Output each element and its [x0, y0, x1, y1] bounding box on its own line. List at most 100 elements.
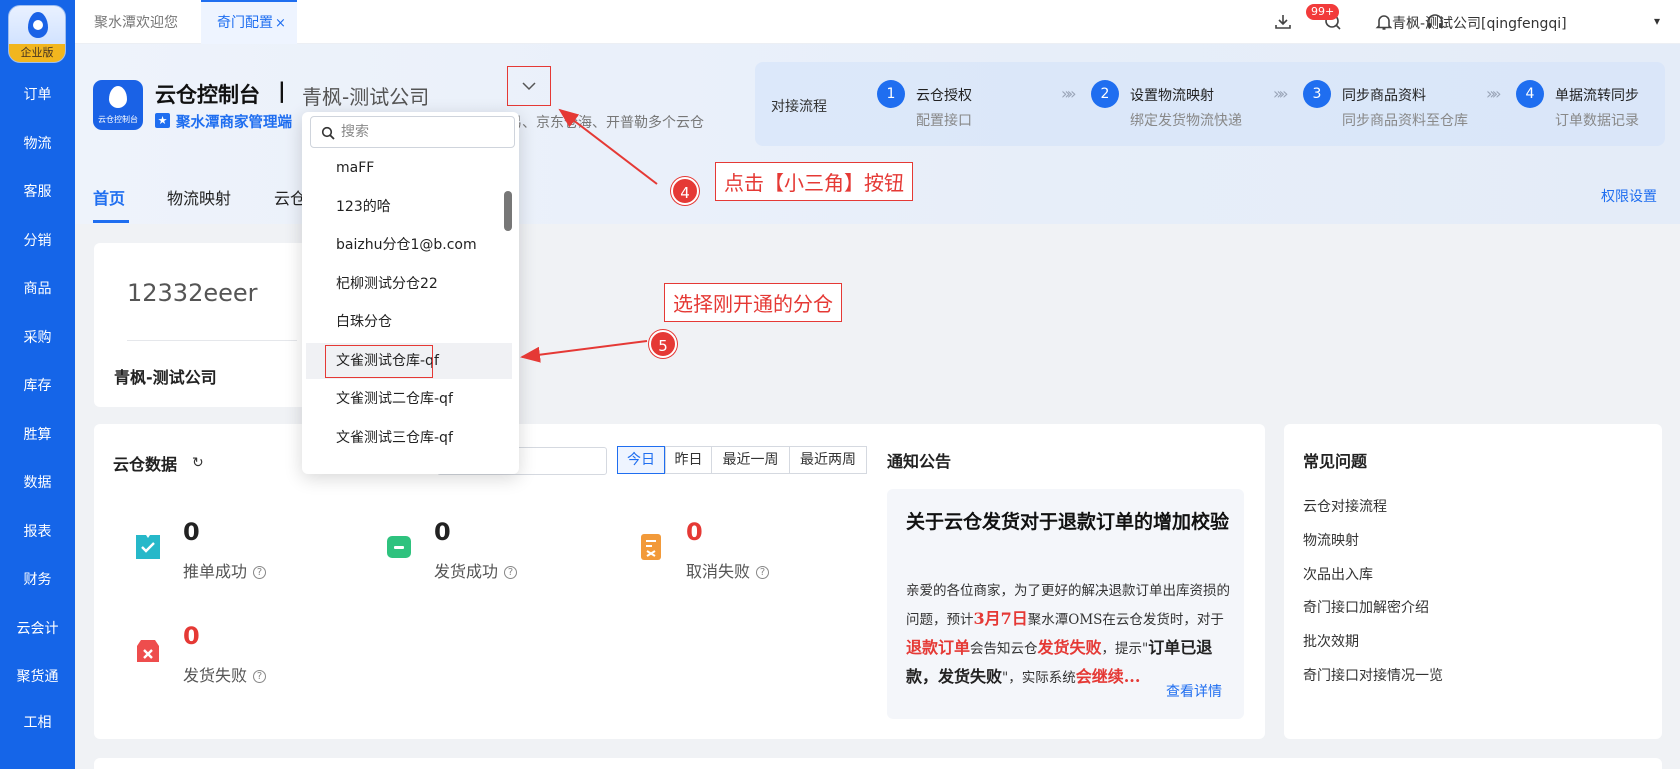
chevron-down-icon[interactable]: ▾ — [1654, 14, 1660, 28]
dropdown-option[interactable]: 白珠分仓 — [306, 304, 512, 340]
ship-success-label: 发货成功? — [434, 558, 518, 582]
sidebar-item-data[interactable]: 数据 — [0, 472, 75, 492]
warehouse-description: 易、京东仓海、开普勒多个云仓 — [508, 115, 704, 131]
double-chevron-icon: »» — [1061, 84, 1076, 103]
dropdown-option[interactable]: 文雀测试三仓库-qf — [306, 420, 512, 456]
sidebar-item-finance[interactable]: 财务 — [0, 569, 75, 589]
step-title[interactable]: 设置物流映射 — [1130, 85, 1214, 105]
annotation-text-5: 选择刚开通的分仓 — [664, 283, 842, 322]
bell-icon[interactable] — [1374, 12, 1394, 32]
sidebar-item-orders[interactable]: 订单 — [0, 84, 75, 104]
flow-label: 对接流程 — [771, 99, 827, 115]
step-number: 4 — [1516, 80, 1544, 108]
dropdown-option[interactable]: baizhu分仓1@b.com — [306, 227, 512, 263]
search-icon — [321, 126, 335, 140]
notice-highlight: 退款订单 — [906, 638, 971, 657]
range-last-two-weeks[interactable]: 最近两周 — [789, 446, 867, 474]
tab-home[interactable]: 首页 — [93, 185, 125, 209]
sidebar-item-shengsuan[interactable]: 胜算 — [0, 424, 75, 444]
cancel-failed-value: 0 — [686, 518, 703, 546]
range-today[interactable]: 今日 — [617, 446, 665, 474]
company-selector[interactable]: 青枫-测试公司 — [302, 81, 429, 110]
cloud-console-icon: 云仓控制台 — [93, 80, 143, 130]
refresh-icon[interactable]: ↻ — [192, 455, 204, 471]
faq-link[interactable]: 奇门接口对接情况一览 — [1303, 665, 1443, 685]
step-title[interactable]: 单据流转同步 — [1555, 85, 1639, 105]
dropdown-scrollbar[interactable] — [504, 191, 512, 231]
help-icon[interactable]: ? — [756, 566, 770, 579]
highlight-box — [325, 345, 433, 378]
stat-label-text: 推单成功 — [183, 562, 248, 581]
view-details-link[interactable]: 查看详情 — [1166, 681, 1222, 701]
cancel-failed-icon — [641, 534, 661, 560]
app-logo[interactable]: 企业版 — [8, 5, 66, 63]
notice-text: 会告知云仓 — [970, 641, 1038, 657]
faq-link[interactable]: 云仓对接流程 — [1303, 496, 1387, 516]
page-title: 云仓控制台 — [155, 83, 260, 107]
dropdown-option[interactable]: 123的哈 — [306, 189, 512, 225]
dropdown-search-input[interactable] — [341, 122, 506, 142]
notice-text: ，提示" — [1101, 641, 1149, 657]
faq-link[interactable]: 批次效期 — [1303, 631, 1359, 651]
sidebar-item-juhuotong[interactable]: 聚货通 — [0, 666, 75, 686]
help-icon[interactable]: ? — [504, 566, 518, 579]
ship-failed-icon — [137, 640, 159, 662]
range-yesterday[interactable]: 昨日 — [665, 446, 712, 474]
faq-link[interactable]: 奇门接口加解密介绍 — [1303, 597, 1429, 617]
dropdown-option[interactable]: maFF — [306, 150, 512, 186]
faq-link[interactable]: 物流映射 — [1303, 530, 1359, 550]
cancel-failed-label: 取消失败? — [686, 558, 770, 582]
tab-logistics-mapping[interactable]: 物流映射 — [167, 185, 231, 209]
faq-link[interactable]: 次品出入库 — [1303, 564, 1373, 584]
sidebar-item-purchasing[interactable]: 采购 — [0, 327, 75, 347]
close-icon[interactable]: × — [275, 16, 286, 31]
sidebar-item-accounting[interactable]: 云会计 — [0, 618, 75, 638]
faq-title: 常见问题 — [1303, 452, 1368, 471]
app-drop-shape — [109, 86, 127, 108]
range-last-week[interactable]: 最近一周 — [711, 446, 790, 474]
cloud-data-title: 云仓数据 — [113, 455, 178, 474]
chevron-down-icon — [522, 82, 536, 91]
tab-qimen-config[interactable]: 奇门配置 × — [201, 0, 297, 44]
enterprise-badge: 企业版 — [9, 44, 65, 62]
double-chevron-icon: »» — [1486, 84, 1501, 103]
push-success-value: 0 — [183, 518, 200, 546]
stat-label-text: 发货成功 — [434, 562, 499, 581]
sidebar-item-reports[interactable]: 报表 — [0, 521, 75, 541]
notice-text: 聚水潭OMS在云仓发货时，对于 — [1027, 612, 1224, 628]
bottom-card — [94, 758, 1662, 769]
annotation-step-5: 5 — [649, 330, 677, 358]
help-icon[interactable]: ? — [253, 566, 267, 579]
step-desc: 配置接口 — [916, 113, 972, 129]
step-number: 3 — [1303, 80, 1331, 108]
account-company: 青枫-测试公司 — [114, 368, 217, 387]
dropdown-option[interactable]: 文雀测试二仓库-qf — [306, 381, 512, 417]
arrow-to-option — [520, 340, 648, 363]
step-title[interactable]: 云仓授权 — [916, 85, 972, 105]
step-title[interactable]: 同步商品资料 — [1342, 85, 1426, 105]
ship-success-value: 0 — [434, 518, 451, 546]
sidebar: 企业版 订单 物流 客服 分销 商品 采购 库存 胜算 数据 报表 财务 云会计… — [0, 0, 75, 769]
tab-welcome[interactable]: 聚水潭欢迎您 — [94, 0, 178, 44]
company-dropdown-toggle[interactable] — [507, 66, 551, 106]
sidebar-item-inventory[interactable]: 库存 — [0, 375, 75, 395]
dropdown-search[interactable] — [310, 116, 515, 148]
sidebar-item-products[interactable]: 商品 — [0, 278, 75, 298]
step-desc: 同步商品资料至仓库 — [1342, 113, 1468, 129]
merchant-subtitle: 聚水潭商家管理端 — [176, 115, 292, 131]
notice-headline[interactable]: 关于云仓发货对于退款订单的增加校验 — [906, 508, 1236, 536]
sidebar-item-logistics[interactable]: 物流 — [0, 133, 75, 153]
notice-body: 亲爱的各位商家，为了更好的解决退款订单出库资损的问题，预计3月7日聚水潭OMS在… — [906, 578, 1231, 686]
notice-text: "，实际系统 — [1002, 670, 1076, 686]
notice-highlight: 发货失败 — [1037, 638, 1102, 657]
download-icon[interactable] — [1273, 12, 1293, 32]
user-account[interactable]: 青枫-测试公司[qingfengqi] — [1392, 13, 1567, 33]
sidebar-item-service[interactable]: 客服 — [0, 181, 75, 201]
annotation-text-4: 点击【小三角】按钮 — [715, 162, 913, 201]
permissions-link[interactable]: 权限设置 — [1601, 186, 1657, 206]
sidebar-item-distribution[interactable]: 分销 — [0, 230, 75, 250]
notice-highlight: 会继续... — [1075, 667, 1141, 686]
help-icon[interactable]: ? — [253, 670, 267, 683]
sidebar-item-tools[interactable]: 工相 — [0, 712, 75, 732]
dropdown-option[interactable]: 杞柳测试分仓22 — [306, 266, 512, 302]
